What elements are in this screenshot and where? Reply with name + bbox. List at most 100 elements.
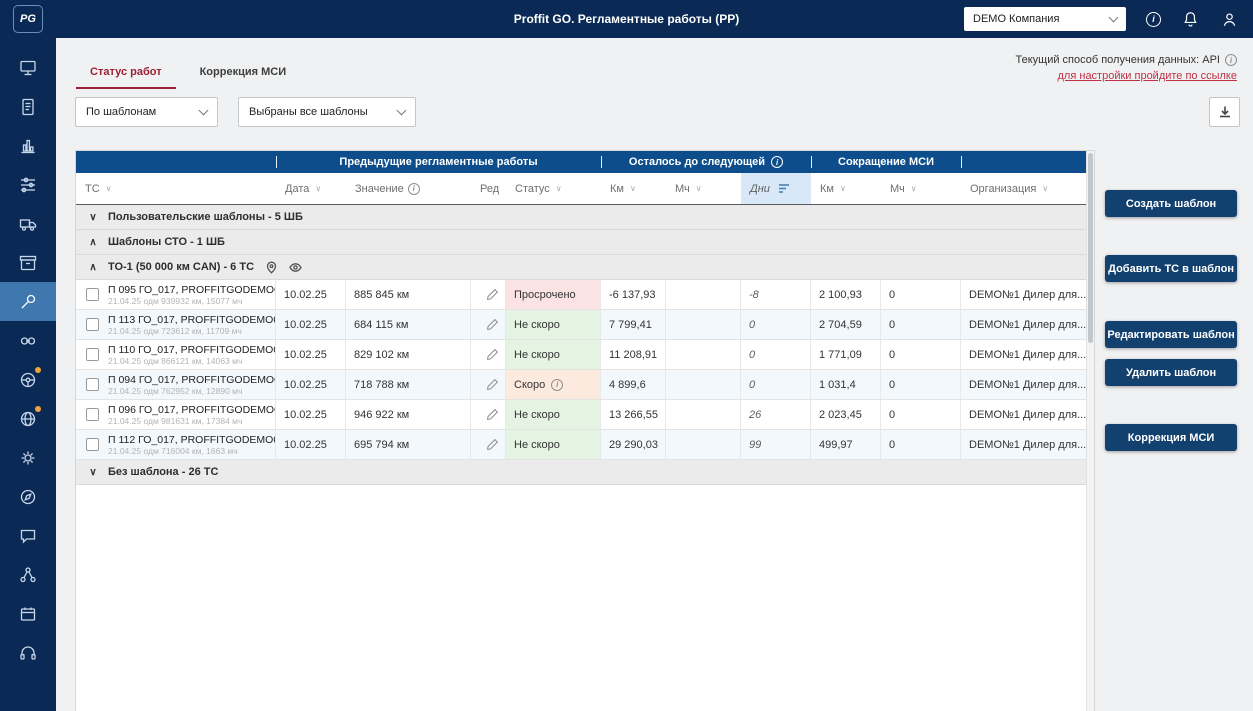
grouping-select[interactable]: По шаблонам (75, 97, 218, 127)
cell-mch-left (666, 340, 741, 369)
user-icon[interactable] (1220, 10, 1239, 29)
tab-korrekcia-msi[interactable]: Коррекция МСИ (186, 60, 301, 89)
sliders-icon (18, 175, 38, 195)
column-header-mch-left[interactable]: Мч (666, 173, 741, 204)
row-checkbox[interactable] (86, 408, 99, 421)
info-icon[interactable] (408, 183, 420, 195)
support-headset-icon (18, 643, 38, 663)
sidebar-item-transport[interactable] (0, 204, 56, 243)
group-row-to1-template[interactable]: ТО-1 (50 000 км CAN) - 6 ТС (76, 255, 1087, 280)
column-header-km-reduction[interactable]: Км (811, 173, 881, 204)
column-header-tc[interactable]: ТС (76, 173, 276, 204)
info-icon[interactable] (1146, 12, 1161, 27)
cell-date: 10.02.25 (276, 430, 346, 459)
edit-template-button[interactable]: Редактировать шаблон (1105, 321, 1237, 348)
cell-days: 0 (741, 340, 811, 369)
table-row: П 096 ГО_017, PROFFITGODEMO009621.04.25 … (76, 400, 1087, 430)
sidebar-item-driving[interactable] (0, 360, 56, 399)
edit-pencil-icon[interactable] (486, 438, 499, 451)
truck-icon (18, 214, 38, 234)
column-header-km-left[interactable]: Км (601, 173, 666, 204)
scrollbar-thumb[interactable] (1088, 153, 1093, 343)
row-checkbox[interactable] (86, 288, 99, 301)
sidebar-item-monitoring[interactable] (0, 399, 56, 438)
delete-template-button[interactable]: Удалить шаблон (1105, 359, 1237, 386)
app-logo[interactable]: PG (13, 5, 43, 33)
cell-km-reduction: 2 704,59 (811, 310, 881, 339)
sidebar-item-messages[interactable] (0, 516, 56, 555)
sidebar-item-dashboard[interactable] (0, 48, 56, 87)
cell-mch-left (666, 280, 741, 309)
sidebar-item-warehouse[interactable] (0, 243, 56, 282)
column-header-mch-reduction[interactable]: Мч (881, 173, 961, 204)
msi-correction-button[interactable]: Коррекция МСИ (1105, 424, 1237, 451)
chevron-up-icon (87, 262, 99, 273)
steering-wheel-icon (18, 370, 38, 390)
sidebar-item-calendar[interactable] (0, 594, 56, 633)
info-icon[interactable] (1225, 54, 1237, 66)
archive-icon (18, 253, 38, 273)
column-header-date[interactable]: Дата (276, 173, 346, 204)
sidebar-item-mechanics[interactable] (0, 438, 56, 477)
chevron-down-icon (199, 106, 209, 116)
sidebar-item-navigation[interactable] (0, 477, 56, 516)
tc-subtext: 21.04.25 одм 723612 км, 11709 мч (108, 326, 275, 336)
row-checkbox[interactable] (86, 378, 99, 391)
sidebar-item-documents[interactable] (0, 87, 56, 126)
tc-name: П 094 ГО_017, PROFFITGODEMO0094 (108, 374, 275, 386)
cell-date: 10.02.25 (276, 340, 346, 369)
cell-km-left: 4 899,6 (601, 370, 666, 399)
sort-icon[interactable] (778, 183, 791, 194)
column-header-value[interactable]: Значение (346, 173, 471, 204)
column-header-days[interactable]: Дни (741, 173, 811, 204)
table-row: П 112 ГО_017, PROFFITGODEMO011221.04.25 … (76, 430, 1087, 460)
edit-pencil-icon[interactable] (486, 288, 499, 301)
edit-pencil-icon[interactable] (486, 318, 499, 331)
tc-name: П 113 ГО_017, PROFFITGODEMO0113 (108, 314, 275, 326)
cell-mch-left (666, 430, 741, 459)
tab-status-rabot[interactable]: Статус работ (76, 60, 176, 89)
cell-org: DEMO№1 Дилер для... (961, 430, 1087, 459)
column-header-edit: Ред (471, 173, 506, 204)
row-checkbox[interactable] (86, 348, 99, 361)
sidebar-item-settings[interactable] (0, 165, 56, 204)
edit-pencil-icon[interactable] (486, 348, 499, 361)
table-empty-area (76, 485, 1087, 711)
sidebar-item-maintenance[interactable] (0, 282, 56, 321)
edit-pencil-icon[interactable] (486, 408, 499, 421)
vertical-scrollbar[interactable] (1086, 151, 1094, 711)
company-select[interactable]: DEMO Компания (964, 7, 1126, 31)
row-checkbox[interactable] (86, 318, 99, 331)
info-icon[interactable] (551, 379, 563, 391)
eye-icon[interactable] (289, 261, 302, 274)
filter-bar: По шаблонам Выбраны все шаблоны (75, 97, 416, 127)
group-row-no-template[interactable]: Без шаблона - 26 ТС (76, 460, 1087, 485)
group-row-sto-templates[interactable]: Шаблоны СТО - 1 ШБ (76, 230, 1087, 255)
group-row-user-templates[interactable]: Пользовательские шаблоны - 5 ШБ (76, 205, 1087, 230)
notifications-bell-icon[interactable] (1181, 10, 1200, 29)
gear-icon (18, 448, 38, 468)
add-tc-to-template-button[interactable]: Добавить ТС в шаблон (1105, 255, 1237, 282)
sidebar-item-integrations[interactable] (0, 321, 56, 360)
sidebar-item-network[interactable] (0, 555, 56, 594)
info-icon[interactable] (771, 156, 783, 168)
templates-select[interactable]: Выбраны все шаблоны (238, 97, 416, 127)
edit-pencil-icon[interactable] (486, 378, 499, 391)
tab-bar: Статус работ Коррекция МСИ (76, 60, 300, 89)
tc-subtext: 21.04.25 одм 716004 км, 1663 мч (108, 446, 275, 456)
location-pin-icon[interactable] (265, 261, 278, 274)
column-header-org[interactable]: Организация (961, 173, 1087, 204)
cell-value: 684 115 км (346, 310, 471, 339)
cell-days: 99 (741, 430, 811, 459)
link-icon (18, 331, 38, 351)
calendar-icon (18, 604, 38, 624)
datasource-settings-link[interactable]: для настройки пройдите по ссылке (1058, 70, 1237, 82)
download-button[interactable] (1209, 97, 1240, 127)
create-template-button[interactable]: Создать шаблон (1105, 190, 1237, 217)
row-checkbox[interactable] (86, 438, 99, 451)
sidebar-item-support[interactable] (0, 633, 56, 672)
status-cell: Не скоро (506, 310, 601, 339)
sidebar-item-reports[interactable] (0, 126, 56, 165)
column-header-status[interactable]: Статус (506, 173, 601, 204)
cell-km-reduction: 2 023,45 (811, 400, 881, 429)
